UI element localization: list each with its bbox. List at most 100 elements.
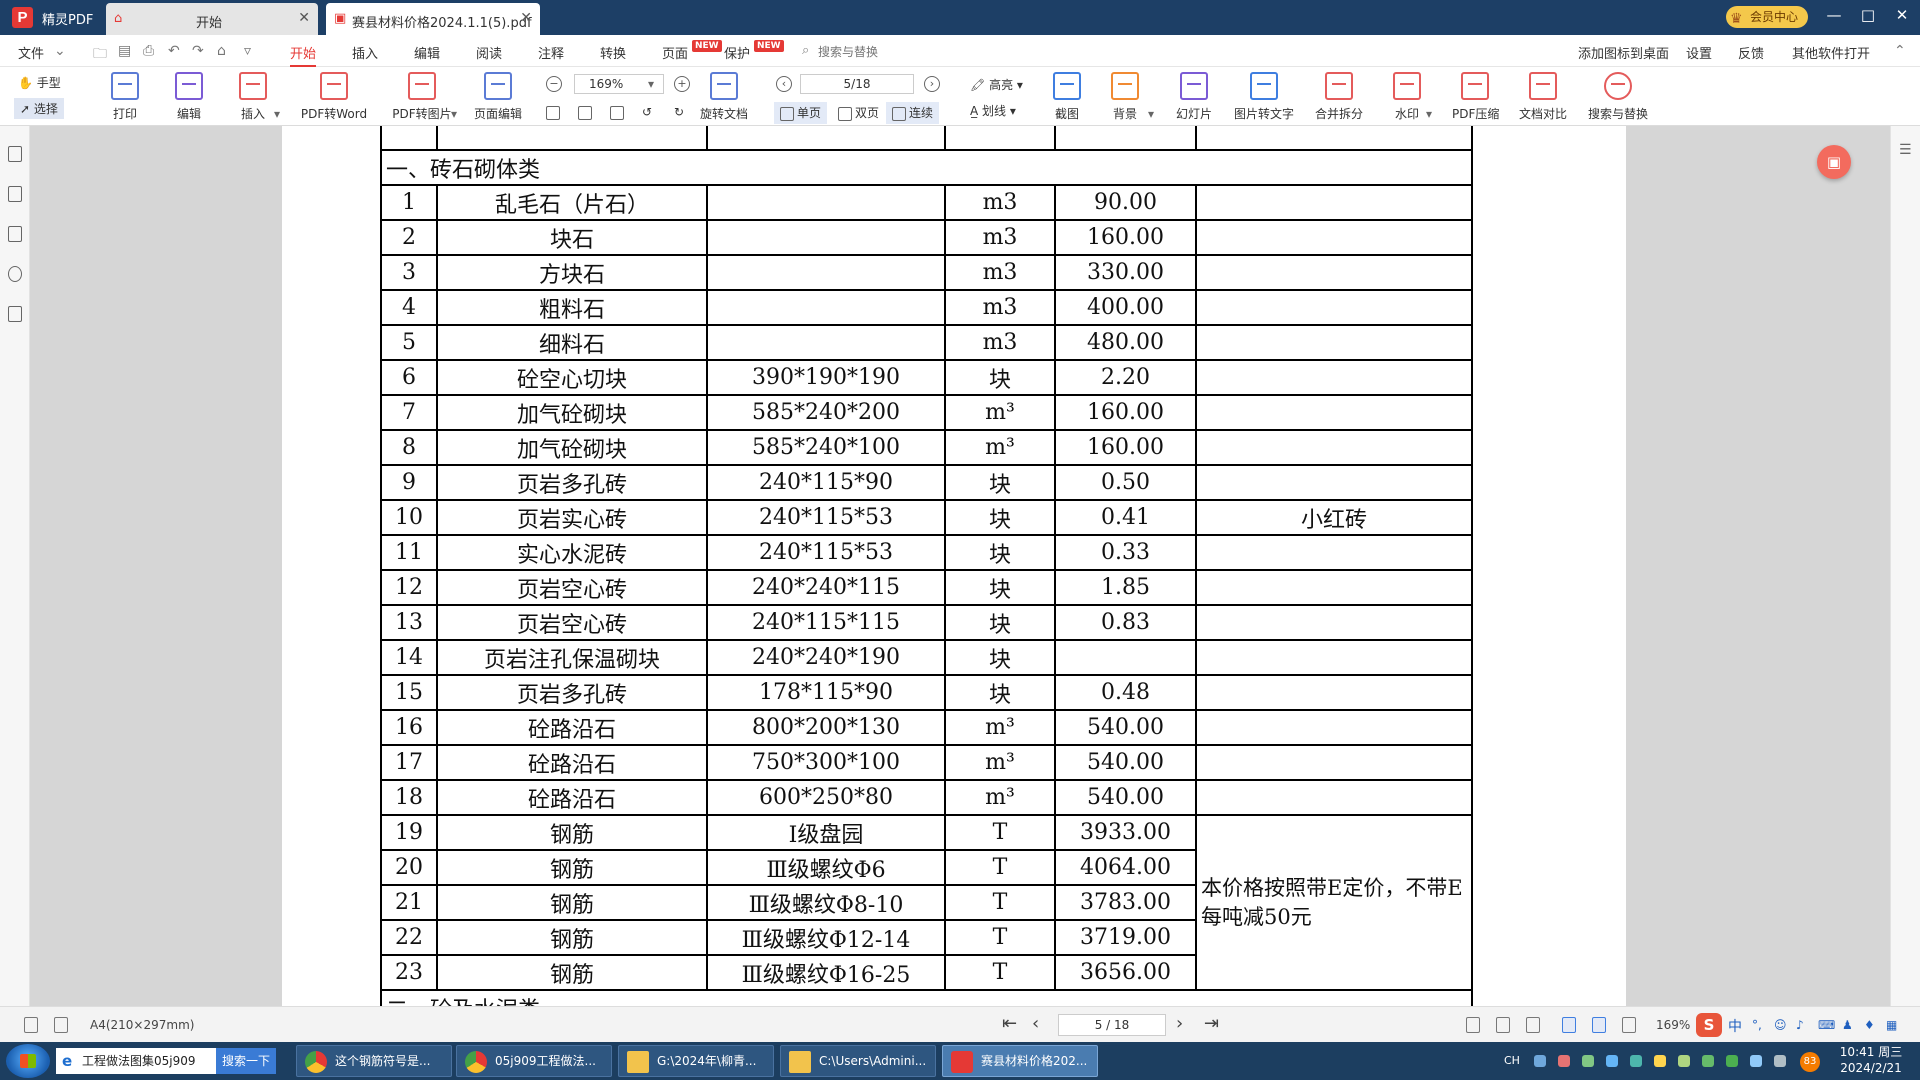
zoom-in-icon[interactable]: +	[674, 76, 690, 92]
skin-icon[interactable]: ♦	[1864, 1018, 1875, 1032]
fit-page-icon[interactable]	[1466, 1017, 1480, 1033]
ime-mode-label[interactable]: 中	[1728, 1016, 1742, 1036]
close-icon[interactable]: ✕	[520, 10, 532, 26]
previous-page-icon[interactable]: ‹	[1032, 1013, 1039, 1034]
document-viewport[interactable]: 一、砖石砌体类 1 乱毛石（片石） m3 90.00 2 块石 m3 160.00 3 方块石 m3…	[30, 126, 1890, 1006]
double-page-button[interactable]: 双页	[832, 102, 885, 124]
cloud-icon[interactable]	[1534, 1055, 1546, 1067]
maximize-icon[interactable]: □	[1856, 6, 1880, 24]
chevron-down-icon[interactable]: ▾	[1426, 107, 1432, 121]
continuous-button[interactable]: 连续	[886, 102, 940, 124]
menu-insert[interactable]: 插入	[352, 43, 378, 62]
taskbar-item-pdf[interactable]: 赛县材料价格202...	[942, 1045, 1098, 1077]
minimize-icon[interactable]: —	[1822, 6, 1846, 24]
merge-split-button[interactable]: 合并拆分	[1314, 72, 1364, 122]
tab-home[interactable]: ⌂ 开始 ✕	[106, 3, 318, 35]
actual-size-icon[interactable]	[1496, 1017, 1510, 1033]
strikethrough-button[interactable]: A̲ 划线 ▾	[970, 102, 1016, 119]
add-desktop-icon-link[interactable]: 添加图标到桌面	[1578, 43, 1669, 62]
highlight-button[interactable]: 🖍 高亮 ▾	[970, 76, 1023, 93]
insert-button[interactable]: 插入	[236, 72, 270, 122]
bluetooth-icon[interactable]	[1606, 1055, 1618, 1067]
image-to-text-button[interactable]: 图片转文字	[1232, 72, 1296, 122]
taskbar-item-folder-2[interactable]: C:\Users\Admini...	[780, 1045, 936, 1077]
next-page-icon[interactable]: ›	[1176, 1013, 1183, 1034]
menu-start[interactable]: 开始	[290, 43, 317, 67]
menu-annotate[interactable]: 注释	[538, 43, 564, 62]
select-tool[interactable]: ➚ 选择	[14, 98, 64, 119]
user-icon[interactable]: ♟	[1842, 1018, 1853, 1032]
chevron-down-icon[interactable]: ▾	[274, 107, 280, 121]
qq-icon[interactable]	[1654, 1055, 1666, 1067]
single-page-button[interactable]: 单页	[774, 102, 828, 124]
screenshot-button[interactable]: 截图	[1050, 72, 1084, 122]
floating-assistant-button[interactable]: ▣	[1817, 145, 1851, 179]
shield-icon[interactable]	[1702, 1055, 1714, 1067]
hand-tool[interactable]: ✋ 手型	[18, 74, 61, 91]
actual-size-icon[interactable]	[578, 105, 595, 120]
undo-icon[interactable]: ↶	[168, 43, 180, 59]
thumbnail-icon[interactable]	[8, 186, 22, 202]
menu-file[interactable]: 文件	[18, 43, 44, 62]
emoji-icon[interactable]: ☺	[1774, 1018, 1787, 1032]
tab-document[interactable]: ▣ 赛县材料价格2024.1.1(5).pdf ✕	[326, 3, 540, 35]
chevron-up-icon[interactable]: ⌃	[1894, 43, 1906, 59]
feedback-link[interactable]: 反馈	[1738, 43, 1764, 62]
watermark-button[interactable]: 水印	[1390, 72, 1424, 122]
language-indicator[interactable]: CH	[1504, 1054, 1520, 1067]
taskbar-item-chrome-1[interactable]: 这个钢筋符号是...	[296, 1045, 452, 1077]
chevron-down-icon[interactable]: ⌄	[54, 43, 66, 59]
rotate-right-icon[interactable]: ↻	[674, 105, 684, 119]
menu-protect[interactable]: 保护	[724, 43, 750, 62]
menu-edit[interactable]: 编辑	[414, 43, 440, 62]
keyboard-icon[interactable]: ⌨	[1818, 1018, 1835, 1032]
settings-link[interactable]: 设置	[1686, 43, 1712, 62]
customize-icon[interactable]: ▿	[244, 43, 251, 59]
security-icon[interactable]	[1558, 1055, 1570, 1067]
search-icon[interactable]	[8, 266, 22, 282]
print-button[interactable]: 打印	[108, 72, 142, 122]
chevron-down-icon[interactable]: ▾	[648, 77, 654, 91]
vip-center-button[interactable]: ♛ 会员中心	[1726, 6, 1808, 28]
page-number-input[interactable]	[800, 74, 914, 94]
search-replace-input[interactable]	[818, 43, 958, 61]
edit-button[interactable]: 编辑	[172, 72, 206, 122]
menu-convert[interactable]: 转换	[600, 43, 626, 62]
punctuation-icon[interactable]: °,	[1752, 1018, 1762, 1032]
double-view-icon[interactable]	[1622, 1017, 1636, 1033]
save-icon[interactable]: ▤	[118, 43, 131, 59]
notification-badge[interactable]: 83	[1800, 1052, 1820, 1072]
fit-page-icon[interactable]	[546, 105, 563, 120]
single-view-icon[interactable]	[1592, 1017, 1606, 1033]
system-clock[interactable]: 10:41 周三 2024/2/21	[1834, 1044, 1908, 1076]
first-page-icon[interactable]: ⇤	[1002, 1013, 1017, 1034]
taskbar-search-button[interactable]: 搜索一下	[216, 1048, 276, 1074]
pdf-to-image-button[interactable]: PDF转图片	[390, 72, 454, 122]
fit-width-icon[interactable]	[1526, 1017, 1540, 1033]
wifi-icon[interactable]	[1750, 1055, 1762, 1067]
sogou-ime-icon[interactable]: S	[1696, 1013, 1722, 1037]
open-folder-icon[interactable]: 🗀	[93, 43, 107, 67]
network-app-icon[interactable]	[1582, 1055, 1594, 1067]
status-page-input[interactable]	[1058, 1014, 1166, 1036]
zoom-out-icon[interactable]: −	[546, 76, 562, 92]
fit-width-icon[interactable]	[610, 105, 627, 120]
pdf-compress-button[interactable]: PDF压缩	[1452, 72, 1499, 122]
signal-icon[interactable]	[1678, 1055, 1690, 1067]
wechat-icon[interactable]	[1726, 1055, 1738, 1067]
search-replace-button[interactable]: 搜索与替换	[1586, 72, 1650, 122]
taskbar-item-chrome-2[interactable]: 05j909工程做法...	[456, 1045, 612, 1077]
background-button[interactable]: 背景	[1108, 72, 1142, 122]
bookmark-icon[interactable]	[8, 146, 22, 162]
chevron-down-icon[interactable]: ▾	[451, 107, 457, 121]
menu-page[interactable]: 页面	[662, 43, 688, 62]
previous-page-icon[interactable]: ‹	[776, 76, 792, 92]
continuous-view-icon[interactable]	[1562, 1017, 1576, 1033]
last-page-icon[interactable]: ⇥	[1204, 1013, 1219, 1034]
menu-read[interactable]: 阅读	[476, 43, 502, 62]
sync-icon[interactable]	[1630, 1055, 1642, 1067]
volume-icon[interactable]	[1774, 1055, 1786, 1067]
print-icon[interactable]: ⎙	[143, 43, 154, 59]
redo-icon[interactable]: ↷	[192, 43, 204, 59]
home-icon[interactable]: ⌂	[217, 43, 226, 59]
